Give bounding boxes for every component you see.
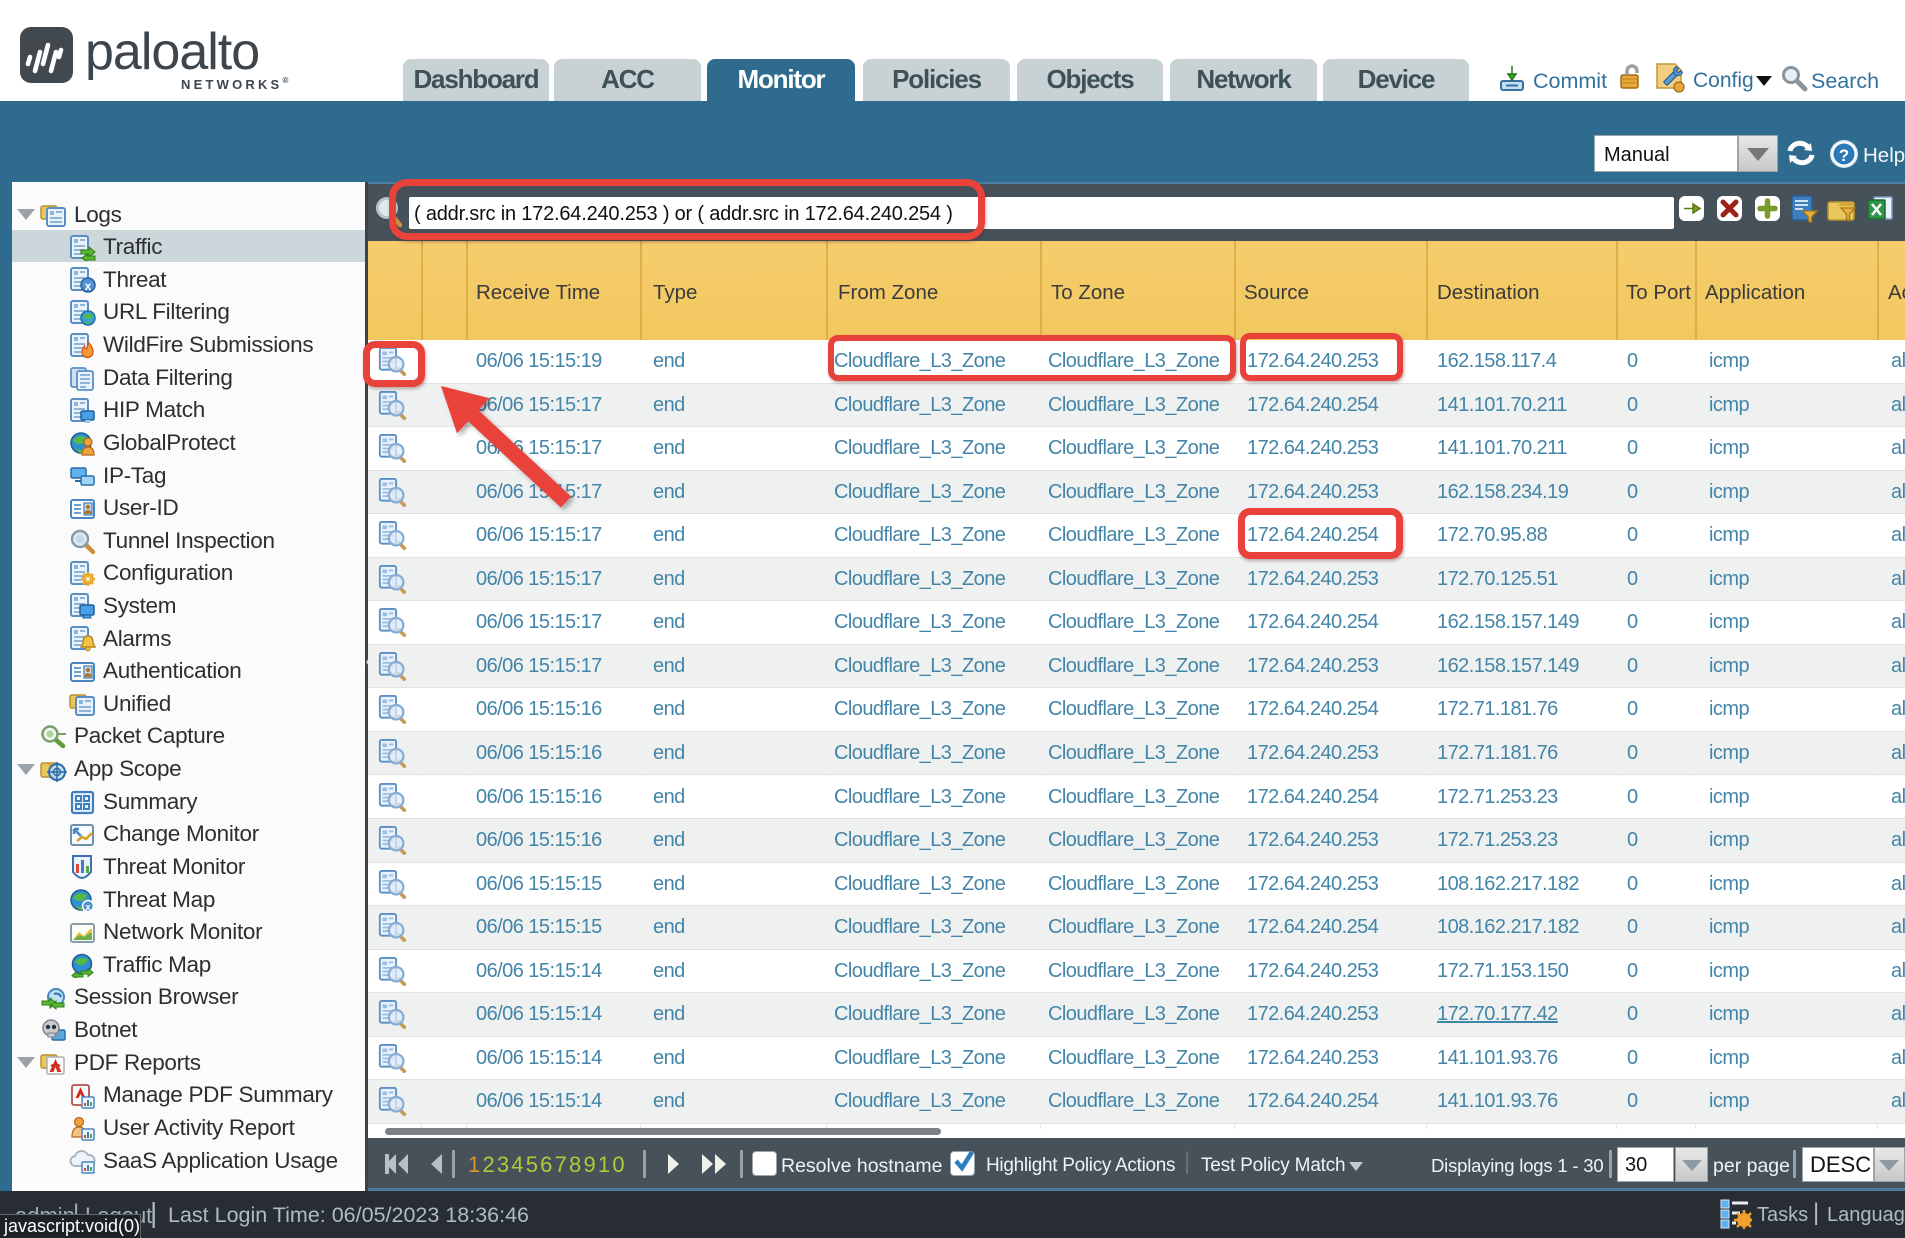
svg-text:?: ? [1839, 146, 1849, 165]
svg-text:x: x [85, 902, 90, 912]
svg-text:x: x [85, 279, 92, 293]
